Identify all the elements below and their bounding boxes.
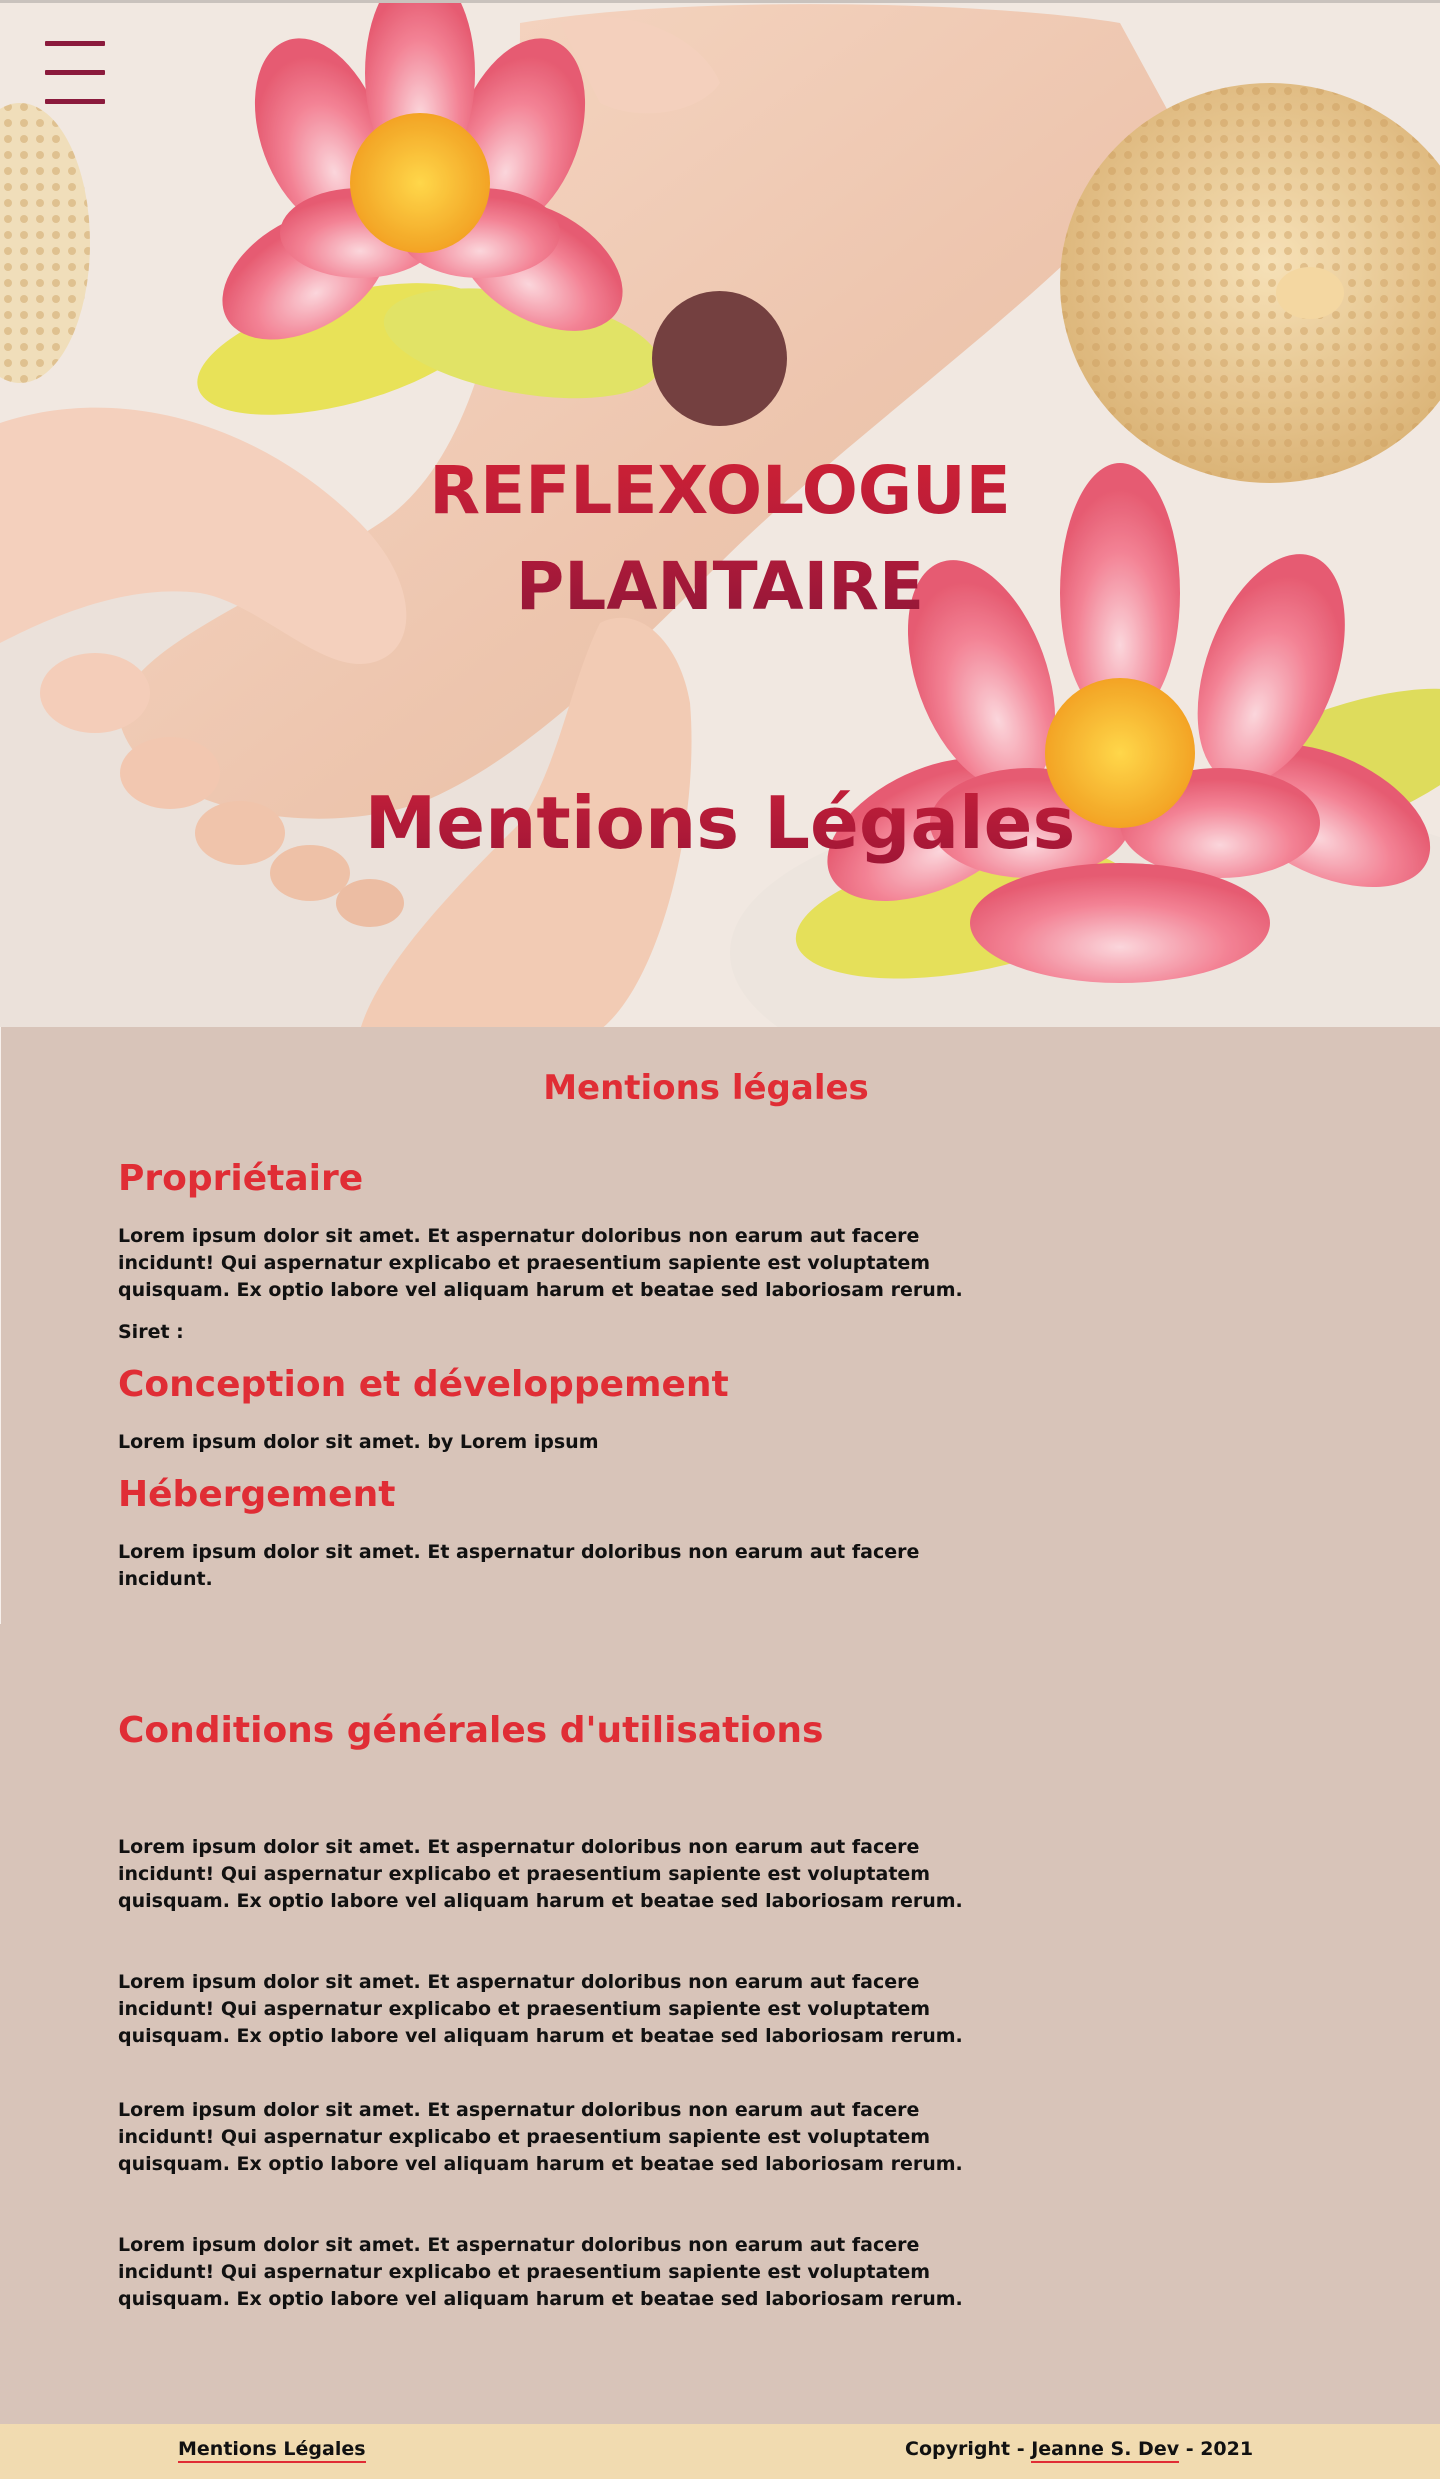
menu-bar [45,99,105,104]
site-title-line2: PLANTAIRE [515,548,925,625]
terms-paragraph: Lorem ipsum dolor sit amet. Et aspernatu… [118,2099,963,2175]
copyright-prefix: Copyright - [905,2438,1032,2460]
design-dev-paragraph: Lorem ipsum dolor sit amet. by Lorem ips… [118,1431,599,1453]
siret-label: Siret : [118,1321,184,1343]
copyright-suffix: - 2021 [1179,2438,1254,2460]
hosting-heading: Hébergement [118,1474,396,1515]
hamburger-menu-icon[interactable] [45,41,105,105]
menu-bar [45,70,105,75]
legal-heading: Mentions légales [543,1068,869,1108]
site-title: REFLEXOLOGUE PLANTAIRE [320,443,1120,635]
design-dev-heading: Conception et développement [118,1364,729,1405]
menu-bar [45,41,105,46]
site-title-line1: REFLEXOLOGUE [429,452,1011,529]
terms-heading: Conditions générales d'utilisations [118,1710,824,1751]
terms-paragraph: Lorem ipsum dolor sit amet. Et aspernatu… [118,1836,963,1912]
page-title: Mentions Légales [320,778,1120,868]
copyright: Copyright - Jeanne S. Dev - 2021 [905,2438,1254,2463]
terms-paragraph: Lorem ipsum dolor sit amet. Et aspernatu… [118,2234,963,2310]
author-link[interactable]: Jeanne S. Dev [1031,2438,1180,2463]
owner-paragraph: Lorem ipsum dolor sit amet. Et aspernatu… [118,1225,963,1301]
logo-circle [652,291,787,426]
left-divider [0,1027,1,1624]
hero-banner: REFLEXOLOGUE PLANTAIRE Mentions Légales [0,0,1440,1027]
owner-heading: Propriétaire [118,1158,364,1199]
terms-paragraph: Lorem ipsum dolor sit amet. Et aspernatu… [118,1971,963,2047]
hosting-paragraph: Lorem ipsum dolor sit amet. Et aspernatu… [118,1541,920,1590]
footer: Mentions Légales Copyright - Jeanne S. D… [0,2424,1440,2479]
legal-mentions-link[interactable]: Mentions Légales [178,2438,366,2463]
